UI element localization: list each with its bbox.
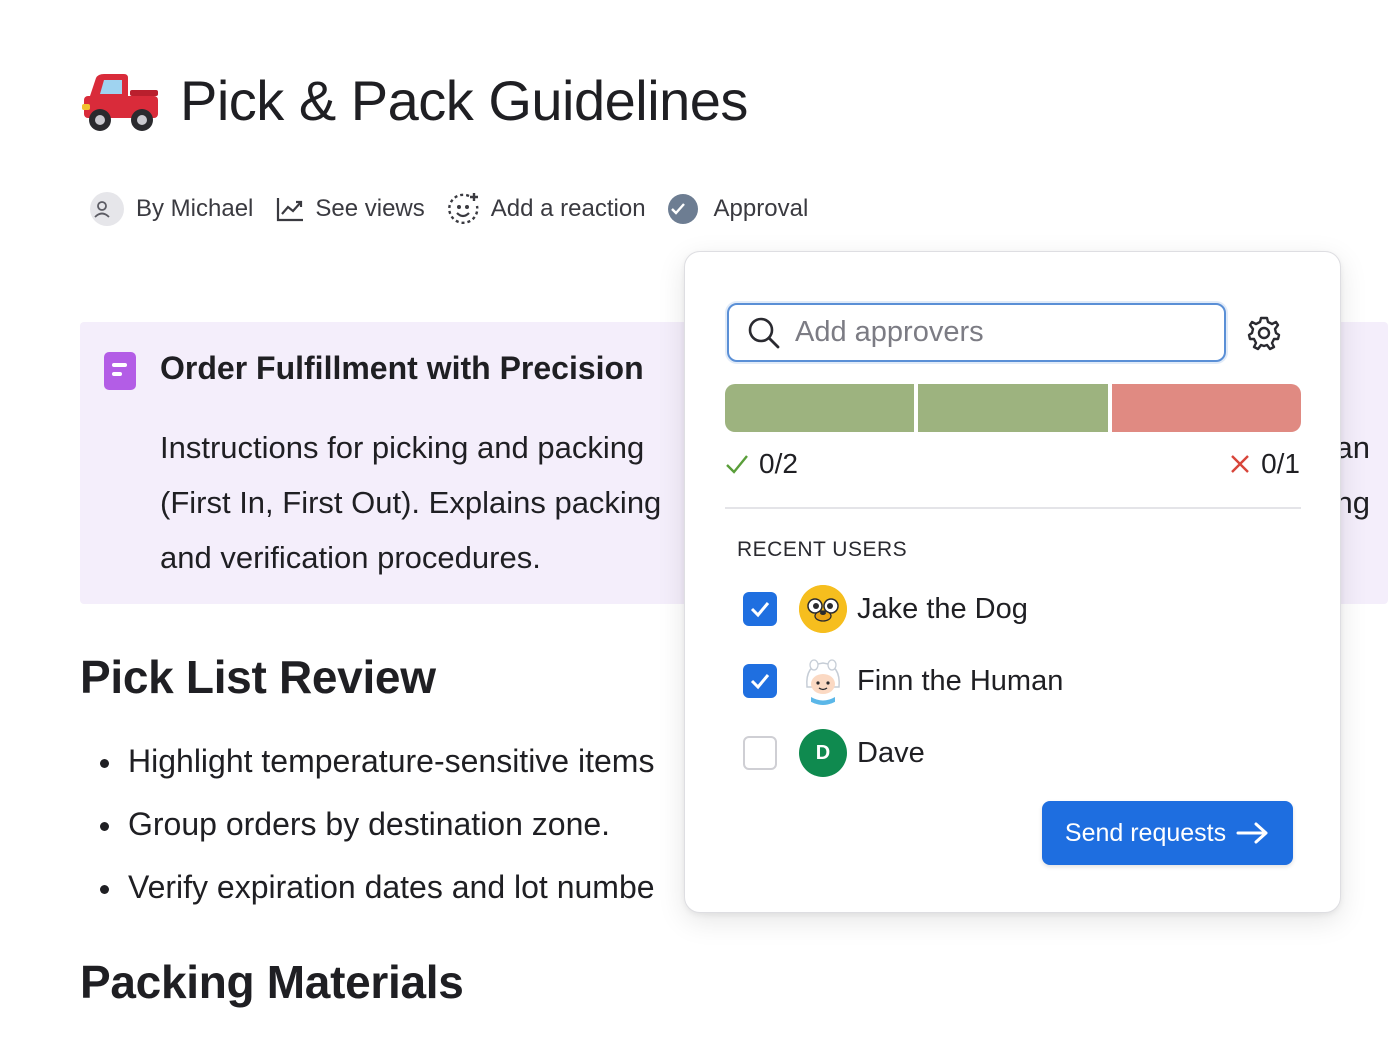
approve-segment	[725, 384, 915, 432]
callout-line-1: Instructions for picking and packing	[160, 430, 645, 465]
meta-row: By Michael See views Add a reaction Appr…	[90, 192, 830, 226]
see-views-label: See views	[315, 195, 425, 222]
send-requests-button[interactable]: Send requests	[1042, 801, 1293, 865]
check-icon	[726, 455, 748, 474]
list-item: Highlight temperature-sensitive items	[98, 730, 655, 793]
title-row: Pick & Pack Guidelines	[80, 64, 748, 136]
document-page: Pick & Pack Guidelines By Michael See vi…	[0, 0, 1388, 1046]
list-item: Verify expiration dates and lot numbe	[98, 856, 655, 919]
close-icon	[1231, 455, 1249, 473]
user-name: Finn the Human	[857, 664, 1064, 697]
rejected-count: 0/1	[1229, 448, 1300, 480]
checkbox-unchecked[interactable]	[743, 736, 777, 770]
callout-title: Order Fulfillment with Precision	[160, 350, 644, 386]
author-label: By Michael	[136, 195, 254, 222]
section-heading-pick-list: Pick List Review	[80, 651, 436, 703]
search-input[interactable]	[795, 316, 1195, 349]
checkbox-checked[interactable]	[743, 664, 777, 698]
rejected-count-text: 0/1	[1261, 448, 1300, 479]
section-heading-packing: Packing Materials	[80, 956, 464, 1008]
user-name: Jake the Dog	[857, 592, 1028, 625]
callout-line-2: (First In, First Out). Explains packing	[160, 485, 662, 520]
jake-avatar	[799, 585, 847, 633]
gear-icon[interactable]	[1245, 314, 1283, 352]
arrow-right-icon	[1236, 822, 1268, 844]
pick-list-bullets: Highlight temperature-sensitive items Gr…	[98, 730, 655, 919]
pickup-truck-icon	[82, 74, 158, 131]
recent-users-label: RECENT USERS	[737, 538, 908, 561]
user-row-jake[interactable]: Jake the Dog	[743, 585, 1028, 633]
approver-search[interactable]	[727, 303, 1226, 362]
approval-label: Approval	[713, 195, 809, 222]
send-requests-label: Send requests	[1064, 818, 1227, 847]
author-button[interactable]: By Michael	[90, 192, 253, 226]
add-reaction-label: Add a reaction	[490, 195, 646, 222]
search-icon	[748, 317, 780, 348]
approval-progress-bar	[725, 384, 1301, 432]
approved-count-text: 0/2	[759, 448, 798, 479]
reject-segment	[1111, 384, 1301, 432]
form-icon	[104, 352, 136, 390]
user-row-finn[interactable]: Finn the Human	[743, 657, 1063, 705]
see-views-button[interactable]: See views	[275, 195, 425, 223]
callout-line-3: and verification procedures.	[160, 540, 541, 575]
user-icon	[90, 192, 124, 226]
add-reaction-button[interactable]: Add a reaction	[447, 192, 646, 226]
chart-trend-icon	[277, 198, 304, 222]
user-name: Dave	[857, 736, 925, 769]
approval-check-icon	[667, 194, 698, 224]
page-title: Pick & Pack Guidelines	[180, 68, 748, 132]
approval-button[interactable]: Approval	[667, 194, 809, 224]
approved-count: 0/2	[725, 448, 798, 480]
divider	[725, 507, 1301, 509]
user-row-dave[interactable]: D Dave	[743, 729, 925, 777]
list-item: Group orders by destination zone.	[98, 793, 655, 856]
finn-avatar	[799, 657, 847, 705]
checkbox-checked[interactable]	[743, 592, 777, 626]
dave-avatar: D	[799, 729, 847, 777]
approval-popover: 0/2 0/1 RECENT USERS	[684, 251, 1341, 913]
approve-segment	[918, 384, 1108, 432]
add-emoji-icon	[447, 193, 479, 224]
